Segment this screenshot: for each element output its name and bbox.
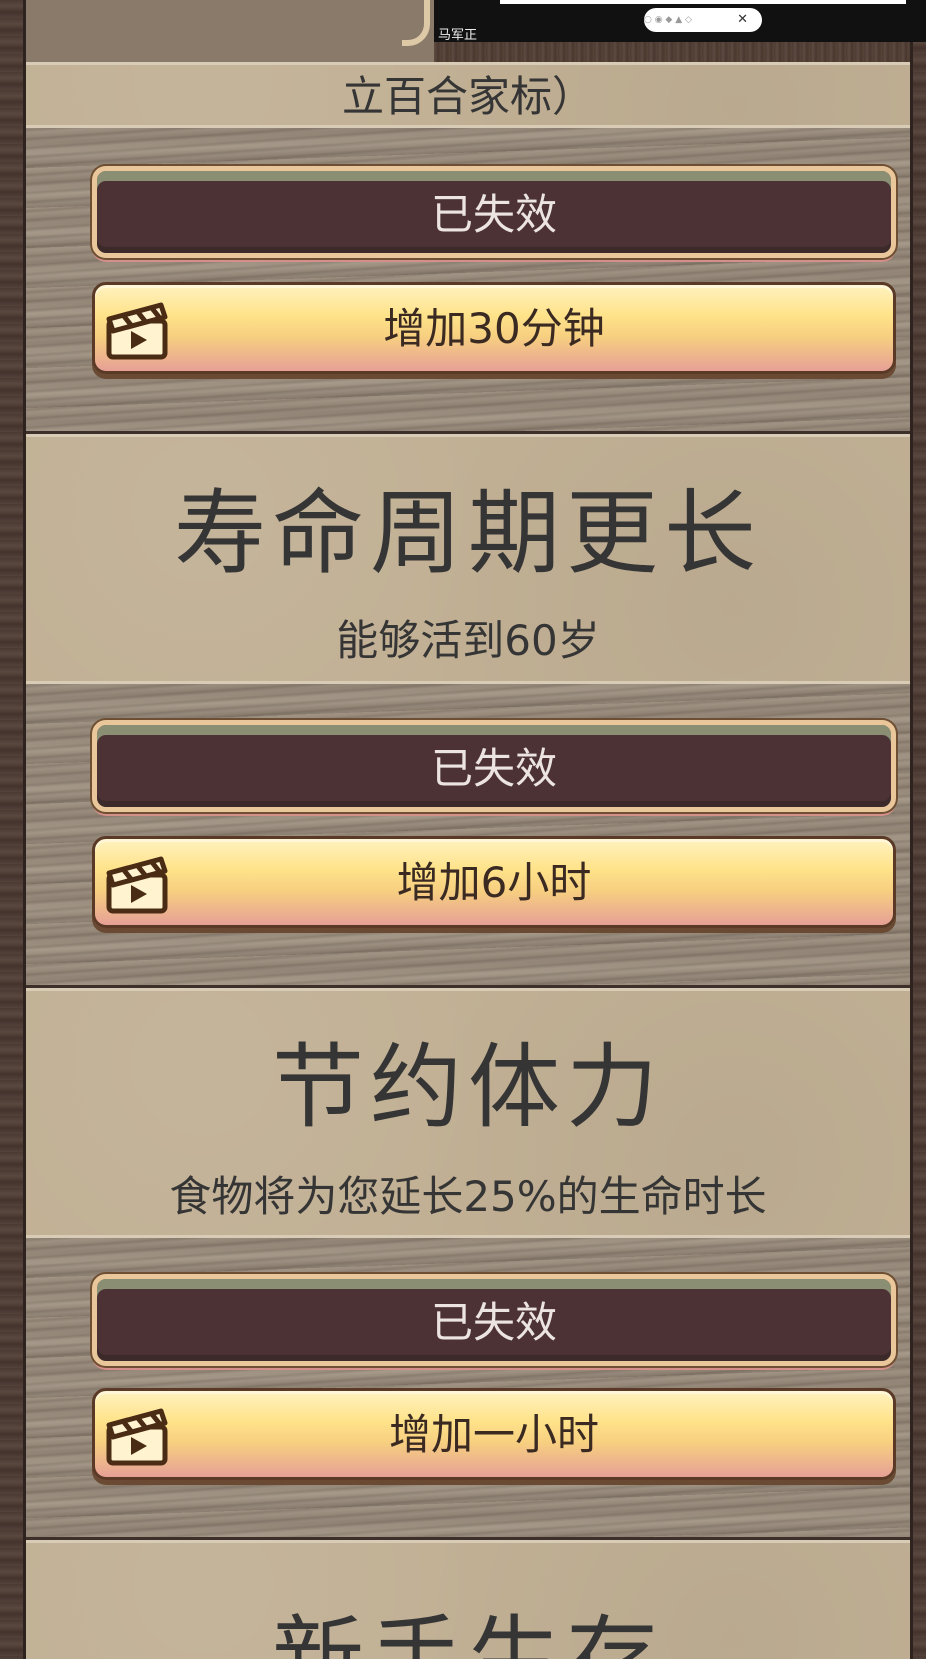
perk-card-longer-life: 寿命周期更长 能够活到60岁 xyxy=(26,434,910,684)
floating-overlay-bar: 马军正 ○ ◉ ◆ ▲ ◇ ✕ xyxy=(434,0,926,43)
perk-card-1: 立百合家标） xyxy=(26,62,910,128)
game-screen: 立百合家标） 已失效 增加30分钟 寿命周期更长 能够活到60岁 已失效 增加6… xyxy=(0,0,926,1659)
action-label: 增加一小时 xyxy=(388,1410,599,1459)
perk-actions-1: 已失效 增加30分钟 xyxy=(26,128,910,434)
clapperboard-icon xyxy=(106,1408,168,1466)
perk-description: 食物将为您延长25%的生命时长 xyxy=(169,1172,767,1221)
perk-title: 节约体力 xyxy=(271,1034,664,1141)
overlay-label: 马军正 xyxy=(438,28,478,43)
perk-description: 能够活到60岁 xyxy=(336,616,600,665)
perk-title: 新手生存 xyxy=(26,1585,910,1659)
watch-ad-add-6h-button[interactable]: 增加6小时 xyxy=(92,836,896,928)
close-icon[interactable]: ✕ xyxy=(737,8,748,32)
overlay-top-edge xyxy=(500,0,906,4)
expired-button: 已失效 xyxy=(92,1274,896,1366)
watch-ad-add-30min-button[interactable]: 增加30分钟 xyxy=(92,282,896,374)
expired-button: 已失效 xyxy=(92,720,896,812)
header-ornament xyxy=(402,0,430,46)
perk-description: 立百合家标） xyxy=(341,72,594,121)
overlay-toolbar-pill[interactable]: ○ ◉ ◆ ▲ ◇ ✕ xyxy=(644,8,762,32)
clapperboard-icon xyxy=(106,302,168,360)
header-strip xyxy=(26,0,434,64)
watch-ad-add-1h-button[interactable]: 增加一小时 xyxy=(92,1388,896,1480)
right-wood-rail xyxy=(910,0,926,1659)
perk-actions-2: 已失效 增加6小时 xyxy=(26,684,910,988)
overlay-toolbar-icons: ○ ◉ ◆ ▲ ◇ xyxy=(644,15,692,25)
perk-card-save-stamina: 节约体力 食物将为您延长25%的生命时长 xyxy=(26,988,910,1238)
left-wood-rail xyxy=(0,0,26,1659)
action-label: 增加6小时 xyxy=(396,858,592,907)
perk-actions-3: 已失效 增加一小时 xyxy=(26,1238,910,1540)
perk-card-newbie-survival: 新手生存 xyxy=(26,1540,910,1659)
expired-button: 已失效 xyxy=(92,166,896,258)
clapperboard-icon xyxy=(106,856,168,914)
perk-title: 寿命周期更长 xyxy=(173,480,762,587)
action-label: 增加30分钟 xyxy=(383,304,605,353)
